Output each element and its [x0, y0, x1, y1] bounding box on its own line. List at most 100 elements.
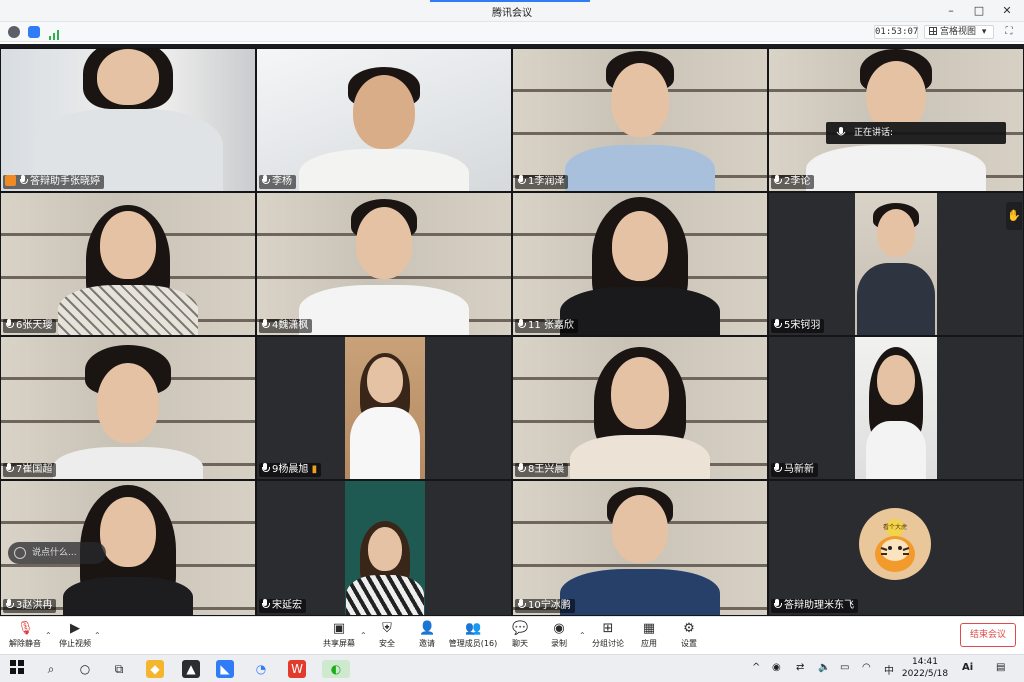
microphone-icon: [5, 599, 14, 609]
video-tile[interactable]: 宋延宏: [256, 480, 512, 616]
breakout-button[interactable]: ⊞ 分组讨论: [585, 621, 631, 653]
video-tile[interactable]: 马新新: [768, 336, 1024, 480]
participant-name: 答辩助手张晓婷: [3, 175, 104, 189]
participant-name: 李杨: [259, 175, 296, 189]
info-icon[interactable]: [8, 26, 20, 38]
video-tile[interactable]: 10宁冰鹏: [512, 480, 768, 616]
chevron-down-icon: ▾: [981, 27, 987, 37]
app-icon-a[interactable]: ▲: [182, 660, 200, 678]
sync-icon[interactable]: ⇄: [796, 662, 804, 673]
windows-start-icon[interactable]: [8, 660, 26, 678]
record-icon: ◉: [553, 621, 565, 636]
meeting-toolbar: 01:53:07 宫格视图 ▾ ⛶: [0, 22, 1024, 42]
video-tile[interactable]: 答辩助手张晓婷: [0, 48, 256, 192]
participant-name: 马新新: [771, 463, 818, 477]
manage-members-button[interactable]: 👥 管理成员(16): [448, 621, 498, 653]
participant-name: 8王兴晨: [515, 463, 569, 477]
participant-name: 6张天璎: [3, 319, 57, 333]
shield-icon: ⛨: [382, 621, 392, 636]
microphone-icon: [261, 319, 270, 329]
chevron-up-icon[interactable]: ⌃: [94, 631, 101, 640]
end-meeting-button[interactable]: 结束会议: [960, 623, 1016, 647]
video-button[interactable]: ▶ 停止视频: [52, 621, 98, 653]
members-icon: 👥: [465, 621, 482, 636]
video-tile[interactable]: 5宋钶羽: [768, 192, 1024, 336]
wifi-icon[interactable]: ◠: [862, 662, 871, 673]
fullscreen-icon[interactable]: ⛶: [1002, 25, 1016, 39]
title-bar: 腾讯会议 – □ ✕: [0, 0, 1024, 22]
microphone-icon: [19, 175, 28, 185]
participant-name: 11 张嘉欣: [515, 319, 578, 333]
wps-icon[interactable]: W: [288, 660, 306, 678]
task-view-icon[interactable]: ⧉: [110, 660, 128, 678]
maximize-button[interactable]: □: [968, 2, 990, 20]
close-button[interactable]: ✕: [996, 2, 1018, 20]
microphone-icon: [517, 599, 526, 609]
apps-icon: ▦: [642, 621, 656, 636]
window-title: 腾讯会议: [492, 8, 532, 19]
participant-name: 9杨晨旭 ▮: [259, 463, 322, 477]
chat-quick-input[interactable]: 说点什么...: [8, 542, 106, 564]
ai-assistant-icon[interactable]: Ai: [962, 662, 973, 673]
video-tile[interactable]: 7崔国超: [0, 336, 256, 480]
record-button[interactable]: ◉ 录制: [536, 621, 582, 653]
taskbar-clock[interactable]: 14:41 2022/5/18: [900, 656, 950, 680]
participant-name: 答辩助理米东飞: [771, 599, 858, 613]
control-bar: 🎙 解除静音 ⌃ ▶ 停止视频 ⌃ ▣ 共享屏幕 ⌃ ⛨ 安全 👤 邀请 👥 管…: [0, 616, 1024, 654]
ime-indicator[interactable]: 中: [884, 662, 894, 677]
hand-icon[interactable]: ✋: [1006, 202, 1022, 230]
participant-name: 2李论: [771, 175, 815, 189]
microphone-icon: [261, 463, 270, 473]
meeting-timer: 01:53:07: [874, 25, 919, 39]
video-tile[interactable]: 6张天璎: [0, 192, 256, 336]
add-user-icon: 👤: [419, 621, 436, 636]
share-screen-icon: ▣: [332, 621, 346, 636]
notification-icon[interactable]: ▤: [996, 662, 1005, 673]
speaking-indicator: 正在讲话:: [826, 122, 1006, 144]
video-tile[interactable]: 4魏潇枫: [256, 192, 512, 336]
microphone-icon: [773, 599, 782, 609]
smile-icon: [14, 547, 26, 559]
microphone-icon: [773, 463, 782, 473]
app-tray-icon[interactable]: ◉: [772, 662, 781, 673]
cortana-icon[interactable]: ○: [76, 660, 94, 678]
app-icon-flame[interactable]: ◆: [146, 660, 164, 678]
wechat-icon[interactable]: ◐: [322, 660, 350, 678]
clock-time: 14:41: [912, 657, 938, 667]
video-tile[interactable]: 李杨: [256, 48, 512, 192]
camera-icon: ▶: [70, 621, 80, 636]
tencent-meeting-taskbar-icon[interactable]: ◣: [216, 660, 234, 678]
chevron-up-icon[interactable]: ^: [752, 662, 760, 673]
video-tile[interactable]: 11 张嘉欣: [512, 192, 768, 336]
edge-browser-icon[interactable]: ◔: [252, 660, 270, 678]
title-accent-line: [430, 0, 590, 2]
shield-icon[interactable]: [28, 26, 40, 38]
settings-button[interactable]: ⚙ 设置: [666, 621, 712, 653]
video-tile[interactable]: 2李论: [768, 48, 1024, 192]
grid-icon: [929, 27, 937, 35]
participant-name: 4魏潇枫: [259, 319, 313, 333]
host-icon: [5, 175, 16, 186]
battery-icon[interactable]: ▭: [840, 662, 849, 673]
microphone-icon: [517, 463, 526, 473]
chat-icon: 💬: [512, 621, 529, 636]
view-mode-button[interactable]: 宫格视图 ▾: [924, 25, 994, 39]
share-screen-button[interactable]: ▣ 共享屏幕: [316, 621, 362, 653]
microphone-icon: [5, 319, 14, 329]
participant-name: 宋延宏: [259, 599, 306, 613]
mute-button[interactable]: 🎙 解除静音: [2, 621, 48, 653]
microphone-icon: [836, 127, 846, 136]
video-tile[interactable]: 9杨晨旭 ▮: [256, 336, 512, 480]
minimize-button[interactable]: –: [940, 2, 962, 20]
search-icon[interactable]: ⌕: [42, 660, 60, 678]
tiger-avatar: 看个大虎: [859, 508, 931, 580]
microphone-icon: [261, 599, 270, 609]
participant-name: 1李润泽: [515, 175, 569, 189]
video-tile[interactable]: 8王兴晨: [512, 336, 768, 480]
volume-mute-icon[interactable]: 🔈: [818, 662, 830, 673]
chevron-up-icon[interactable]: ⌃: [45, 631, 52, 640]
signal-icon[interactable]: [48, 26, 60, 40]
invite-button[interactable]: 👤 邀请: [404, 621, 450, 653]
video-tile[interactable]: 1李润泽: [512, 48, 768, 192]
signal-bars-icon: ▮: [311, 464, 318, 475]
